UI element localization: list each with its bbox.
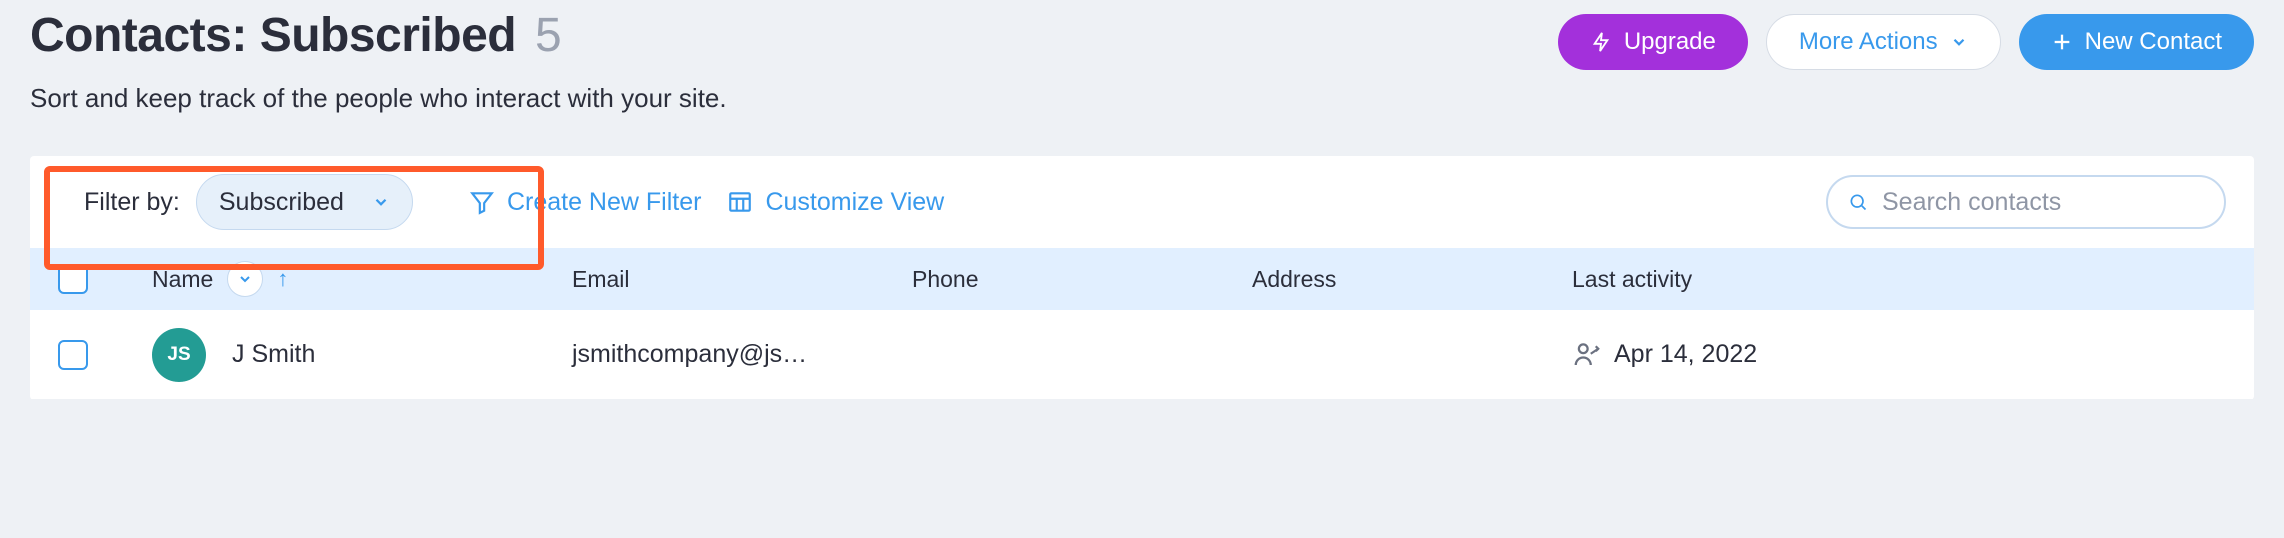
page-title: Contacts: Subscribed 5 (30, 8, 1558, 63)
column-name-label: Name (152, 266, 213, 293)
column-email[interactable]: Email (572, 266, 912, 293)
filter-dropdown[interactable]: Subscribed (196, 174, 413, 230)
more-actions-button[interactable]: More Actions (1766, 14, 2001, 70)
select-all-checkbox[interactable] (58, 264, 88, 294)
customize-view-label: Customize View (765, 188, 944, 217)
more-actions-label: More Actions (1799, 28, 1938, 56)
bolt-icon (1590, 31, 1612, 53)
contact-email: jsmithcompany@js… (572, 340, 912, 369)
search-container[interactable] (1826, 175, 2226, 229)
funnel-icon (469, 189, 495, 215)
chevron-down-icon (237, 271, 253, 287)
columns-icon (727, 189, 753, 215)
filter-value: Subscribed (219, 188, 344, 217)
table-row[interactable]: JS J Smith jsmithcompany@js… Apr 14, 202… (30, 310, 2254, 400)
activity-icon (1572, 340, 1602, 370)
column-name[interactable]: Name ↑ (152, 261, 572, 297)
avatar: JS (152, 328, 206, 382)
page-subtitle: Sort and keep track of the people who in… (30, 83, 1558, 114)
chevron-down-icon (372, 193, 390, 211)
new-contact-label: New Contact (2085, 28, 2222, 56)
new-contact-button[interactable]: New Contact (2019, 14, 2254, 70)
contact-last-activity: Apr 14, 2022 (1614, 340, 1757, 369)
sort-asc-icon: ↑ (277, 266, 288, 292)
filter-group: Filter by: Subscribed (48, 174, 413, 230)
sort-dropdown[interactable] (227, 261, 263, 297)
toolbar: Filter by: Subscribed Create New Filter … (30, 156, 2254, 248)
contact-count: 5 (535, 9, 561, 62)
header-actions: Upgrade More Actions New Contact (1558, 8, 2254, 70)
contact-name: J Smith (232, 340, 315, 369)
column-phone[interactable]: Phone (912, 266, 1252, 293)
column-address[interactable]: Address (1252, 266, 1572, 293)
title-filter: Subscribed (260, 9, 516, 62)
create-filter-label: Create New Filter (507, 188, 702, 217)
row-checkbox[interactable] (58, 340, 88, 370)
filter-by-label: Filter by: (84, 188, 180, 217)
customize-view-link[interactable]: Customize View (727, 188, 944, 217)
table-header: Name ↑ Email Phone Address Last activity (30, 248, 2254, 310)
chevron-down-icon (1950, 33, 1968, 51)
upgrade-button[interactable]: Upgrade (1558, 14, 1748, 70)
create-new-filter-link[interactable]: Create New Filter (469, 188, 702, 217)
search-icon (1848, 189, 1868, 215)
upgrade-label: Upgrade (1624, 28, 1716, 56)
title-prefix: Contacts: (30, 9, 247, 62)
plus-icon (2051, 31, 2073, 53)
search-input[interactable] (1882, 188, 2204, 217)
column-last-activity[interactable]: Last activity (1572, 266, 1822, 293)
contacts-panel: Filter by: Subscribed Create New Filter … (30, 156, 2254, 400)
